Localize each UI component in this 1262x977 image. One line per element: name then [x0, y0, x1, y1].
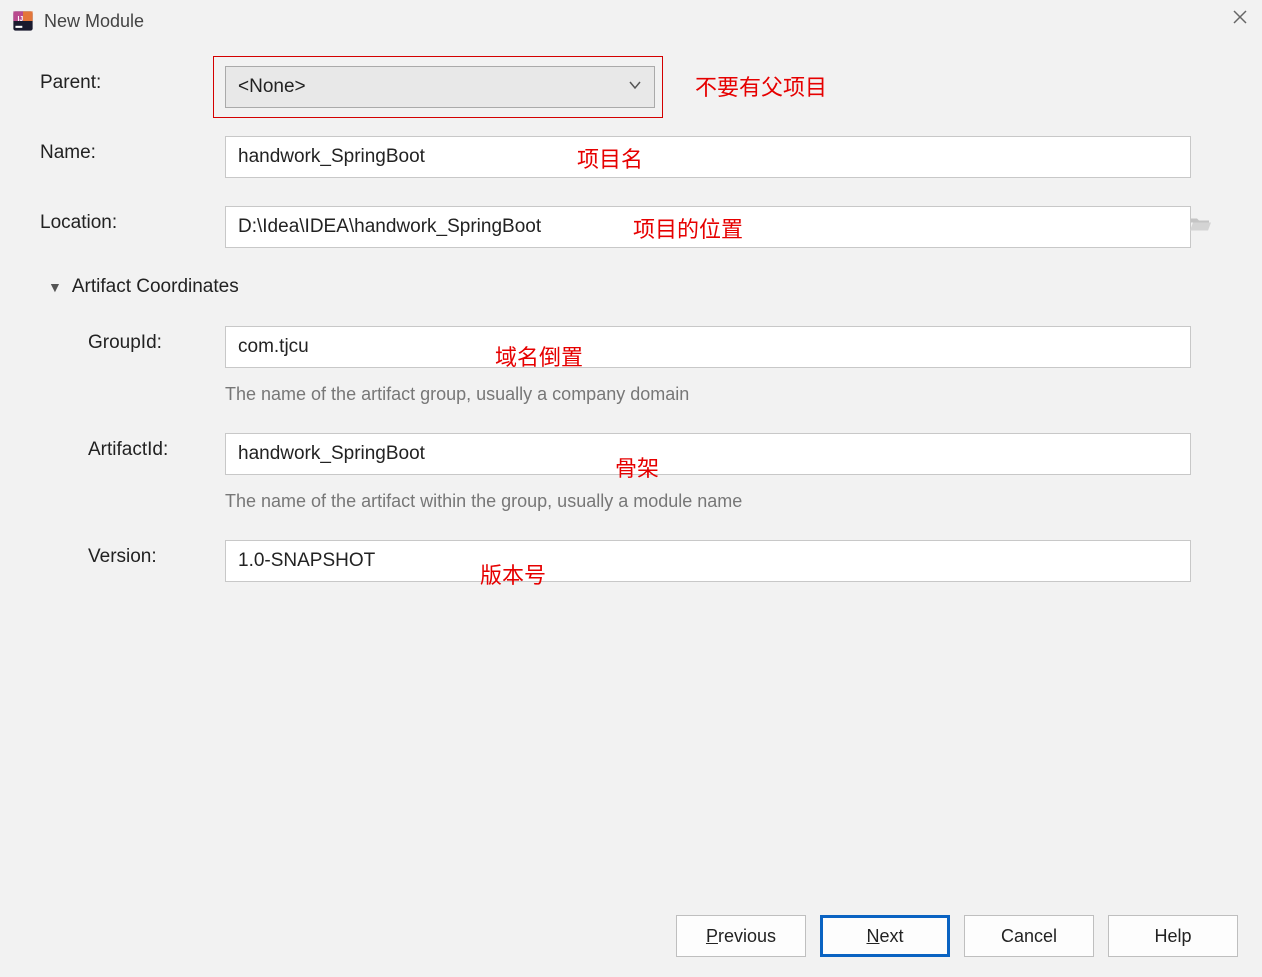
close-icon[interactable] [1232, 8, 1248, 31]
row-version: Version: 版本号 [40, 540, 1222, 582]
previous-button[interactable]: Previous [676, 915, 806, 957]
groupid-input[interactable] [225, 326, 1191, 368]
parent-label: Parent: [40, 66, 225, 94]
artifactid-input[interactable] [225, 433, 1191, 475]
artifact-coordinates-toggle[interactable]: ▼ Artifact Coordinates [48, 276, 1222, 298]
section-label: Artifact Coordinates [72, 276, 239, 298]
dialog-content: Parent: <None> 不要有父项目 Name: 项目名 Location… [0, 42, 1262, 582]
next-button[interactable]: Next [820, 915, 950, 957]
row-parent: Parent: <None> 不要有父项目 [40, 66, 1222, 108]
next-rest: ext [879, 926, 903, 946]
location-input[interactable] [225, 206, 1191, 248]
artifactid-hint: The name of the artifact within the grou… [225, 491, 1222, 512]
location-label: Location: [40, 206, 225, 234]
titlebar: IJ New Module [0, 0, 1262, 42]
version-label: Version: [40, 540, 225, 568]
window-title: New Module [44, 11, 144, 32]
folder-open-icon[interactable] [1188, 213, 1212, 242]
row-groupid: GroupId: 域名倒置 The name of the artifact g… [40, 326, 1222, 405]
parent-value: <None> [238, 76, 306, 98]
parent-dropdown[interactable]: <None> [225, 66, 655, 108]
row-artifactid: ArtifactId: 骨架 The name of the artifact … [40, 433, 1222, 512]
triangle-down-icon: ▼ [48, 279, 62, 295]
svg-text:IJ: IJ [18, 16, 24, 23]
annotation-parent: 不要有父项目 [695, 70, 827, 102]
name-input[interactable] [225, 136, 1191, 178]
chevron-down-icon [628, 76, 642, 98]
dialog-footer: Previous Next Cancel Help [676, 915, 1238, 957]
groupid-label: GroupId: [40, 326, 225, 354]
row-location: Location: 项目的位置 [40, 206, 1222, 248]
groupid-hint: The name of the artifact group, usually … [225, 384, 1222, 405]
help-button[interactable]: Help [1108, 915, 1238, 957]
name-label: Name: [40, 136, 225, 164]
previous-rest: revious [718, 926, 776, 946]
intellij-icon: IJ [12, 10, 34, 32]
cancel-button[interactable]: Cancel [964, 915, 1094, 957]
artifactid-label: ArtifactId: [40, 433, 225, 461]
row-name: Name: 项目名 [40, 136, 1222, 178]
version-input[interactable] [225, 540, 1191, 582]
